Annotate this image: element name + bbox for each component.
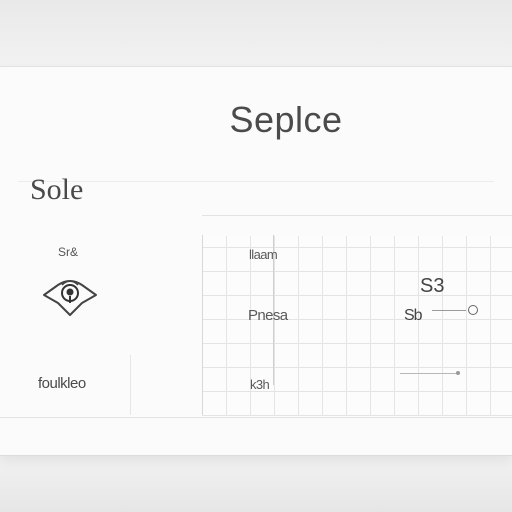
header-divider — [18, 181, 494, 182]
grid-row-label: k3h — [250, 377, 270, 392]
page: Seplce Sole Sr& foulkleo llaam Pnesa k3h… — [0, 0, 512, 512]
card-bottom-divider — [0, 417, 512, 418]
grid-row-label: llaam — [249, 247, 278, 262]
sidebar-bottom-label[interactable]: foulkleo — [38, 375, 86, 392]
sidebar-small-label: Sr& — [58, 245, 79, 259]
main-card: Seplce Sole Sr& foulkleo llaam Pnesa k3h… — [0, 66, 512, 456]
grid-value-top: S3 — [420, 275, 445, 297]
grid-left-border — [202, 235, 203, 415]
map-pin-icon[interactable] — [40, 273, 100, 317]
sidebar-divider — [130, 355, 131, 415]
sidebar-title: Sole — [30, 173, 84, 206]
slider-track — [432, 310, 466, 311]
slider-handle[interactable] — [468, 305, 478, 315]
grid-underline-dot — [456, 371, 460, 375]
grid-row-label: Pnesa — [248, 307, 288, 324]
grid-underline — [400, 373, 460, 374]
page-title: Seplce — [229, 99, 343, 140]
grid-value-mid: Sb — [404, 307, 423, 324]
